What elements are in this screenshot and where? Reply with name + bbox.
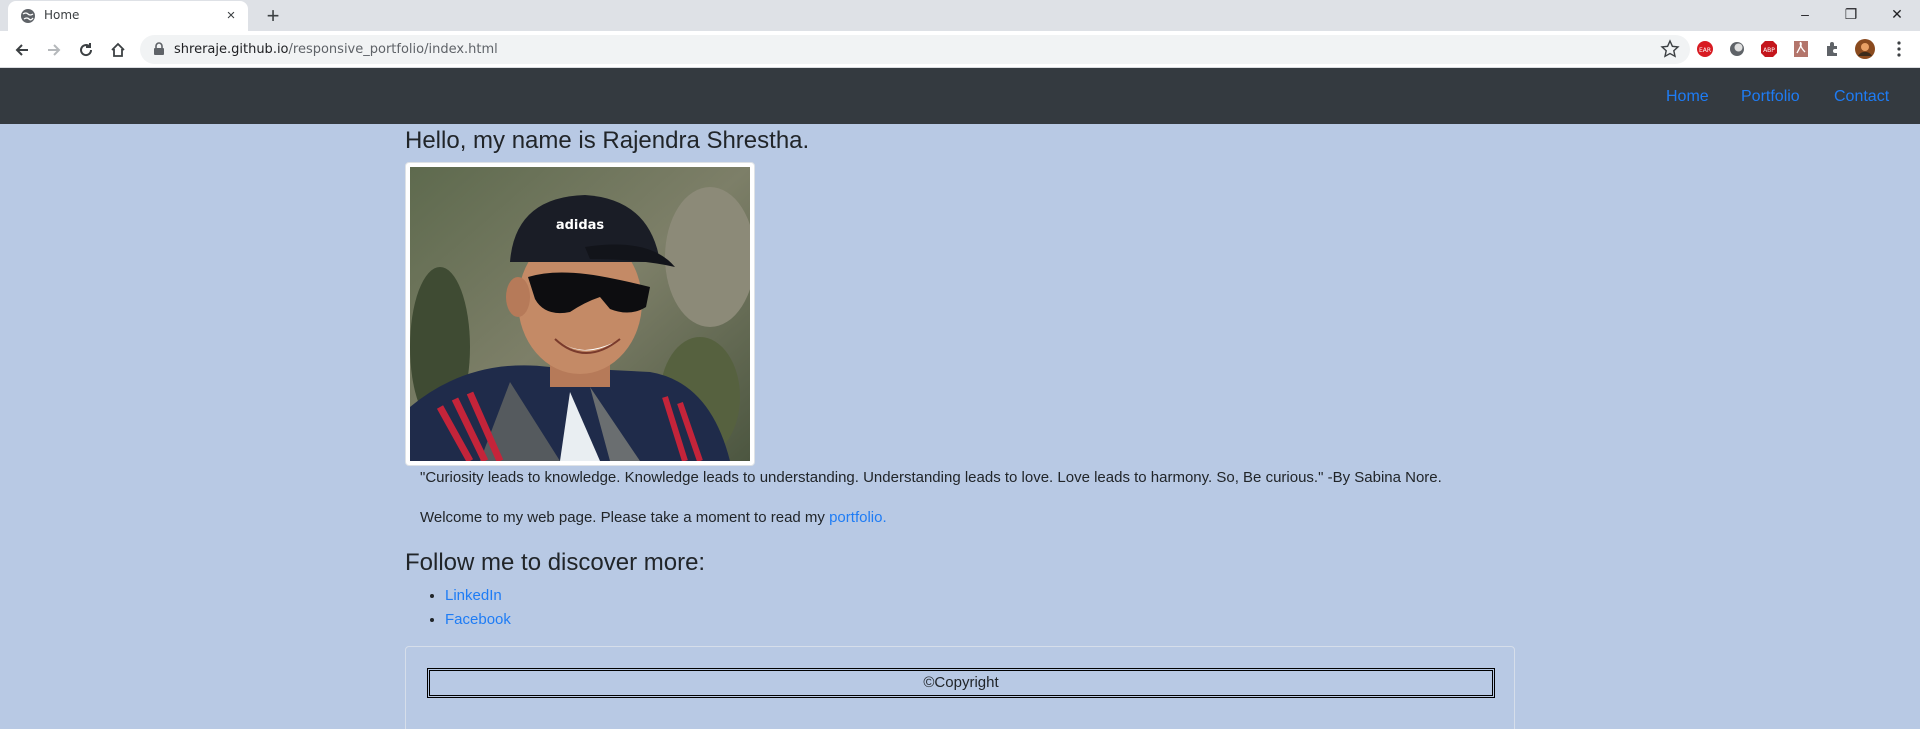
social-links-list: LinkedIn Facebook <box>445 584 511 632</box>
reload-button[interactable] <box>72 36 100 64</box>
url-text: shreraje.github.io/responsive_portfolio/… <box>174 42 498 57</box>
portfolio-link[interactable]: portfolio. <box>829 509 887 526</box>
nav-contact-link[interactable]: Contact <box>1834 88 1889 106</box>
extension-circle-icon[interactable] <box>1727 39 1747 59</box>
tab-title: Home <box>44 8 80 22</box>
linkedin-link[interactable]: LinkedIn <box>445 587 502 604</box>
nav-home-link[interactable]: Home <box>1666 88 1709 106</box>
footer: ©Copyright <box>405 646 1515 729</box>
browser-toolbar: shreraje.github.io/responsive_portfolio/… <box>0 31 1920 68</box>
lock-icon <box>154 42 164 55</box>
svg-text:EAR: EAR <box>1699 47 1711 54</box>
extension-abp-icon[interactable]: ABP <box>1759 39 1779 59</box>
nav-portfolio-link[interactable]: Portfolio <box>1741 88 1800 106</box>
extension-ear-icon[interactable]: EAR <box>1695 39 1715 59</box>
extensions-puzzle-icon[interactable] <box>1823 39 1843 59</box>
follow-heading: Follow me to discover more: <box>405 549 706 576</box>
bookmark-star-icon[interactable] <box>1660 39 1680 59</box>
list-item: LinkedIn <box>445 584 511 608</box>
extension-pdf-icon[interactable] <box>1791 39 1811 59</box>
profile-photo: adidas <box>410 167 750 461</box>
reload-icon <box>80 43 93 57</box>
svg-text:adidas: adidas <box>556 218 605 233</box>
page-title: Hello, my name is Rajendra Shrestha. <box>405 127 810 154</box>
browser-menu-icon[interactable] <box>1893 39 1905 59</box>
forward-button[interactable] <box>40 36 68 64</box>
arrow-right-icon <box>48 44 61 56</box>
profile-photo-frame: adidas <box>405 162 755 466</box>
site-navbar: Home Portfolio Contact <box>0 68 1920 124</box>
close-tab-icon[interactable]: × <box>222 7 240 25</box>
facebook-link[interactable]: Facebook <box>445 611 511 628</box>
close-window-button[interactable]: ✕ <box>1874 0 1920 31</box>
restore-button[interactable]: ❐ <box>1828 0 1874 31</box>
home-button[interactable] <box>104 36 132 64</box>
profile-avatar-icon[interactable] <box>1855 39 1875 59</box>
home-icon <box>111 42 125 57</box>
back-button[interactable] <box>8 36 36 64</box>
welcome-text: Welcome to my web page. Please take a mo… <box>420 509 887 526</box>
new-tab-button[interactable]: + <box>260 3 286 29</box>
minimize-button[interactable]: – <box>1782 0 1828 31</box>
list-item: Facebook <box>445 608 511 632</box>
svg-text:ABP: ABP <box>1763 47 1775 54</box>
browser-tab-bar: Home × + – ❐ ✕ <box>0 0 1920 31</box>
globe-icon <box>21 9 35 23</box>
copyright-text: ©Copyright <box>427 668 1495 698</box>
arrow-left-icon <box>15 44 28 56</box>
quote-text: "Curiosity leads to knowledge. Knowledge… <box>420 469 1442 486</box>
browser-tab[interactable]: Home × <box>8 1 248 31</box>
address-bar[interactable]: shreraje.github.io/responsive_portfolio/… <box>140 35 1690 64</box>
